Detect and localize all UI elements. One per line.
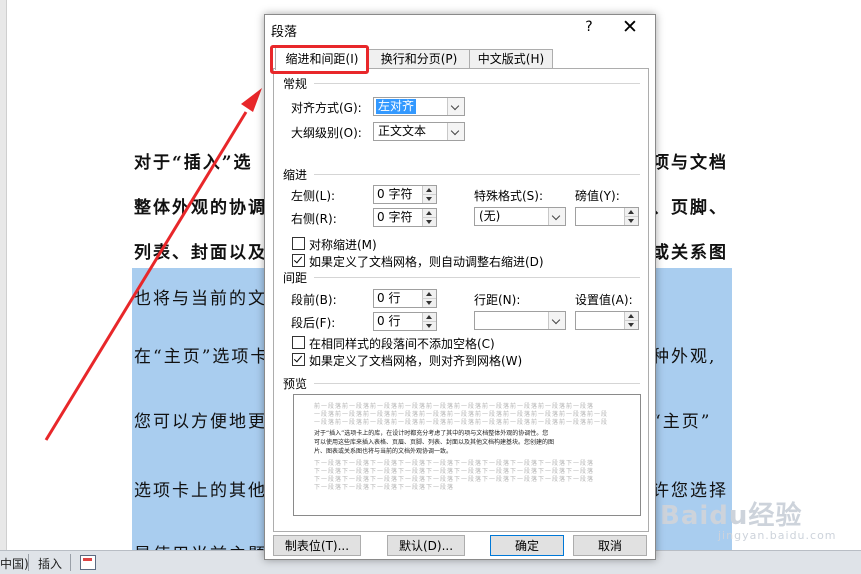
chevron-down-icon[interactable] (548, 312, 565, 329)
set-default-button[interactable]: 默认(D)... (387, 535, 465, 556)
tabs-button[interactable]: 制表位(T)... (273, 535, 361, 556)
outline-level-value: 正文文本 (378, 124, 427, 138)
snap-to-grid-label: 如果定义了文档网格，则对齐到网格(W) (309, 354, 523, 368)
spin-down-icon[interactable] (422, 322, 436, 330)
alignment-select[interactable]: 左对齐 (373, 97, 465, 116)
checkbox-box[interactable] (292, 336, 305, 349)
outline-level-label: 大纲级别(O): (291, 126, 362, 140)
status-insert-mode[interactable]: 插入 (38, 555, 62, 572)
status-separator (28, 554, 29, 571)
line-spacing-select[interactable] (474, 311, 566, 330)
paragraph-preview: 前一段落前一段落前一段落前一段落前一段落前一段落前一段落前一段落前一段落前一段落… (293, 394, 641, 516)
space-after-label: 段后(F): (291, 316, 336, 330)
spacing-at-label: 设置值(A): (575, 293, 633, 307)
special-indent-label: 特殊格式(S): (474, 189, 544, 203)
left-indent-spinner[interactable]: 0 字符 (373, 185, 437, 204)
tab-asian-typography[interactable]: 中文版式(H) (469, 49, 553, 69)
auto-adjust-indent-label: 如果定义了文档网格，则自动调整右缩进(D) (309, 255, 544, 269)
macro-record-icon[interactable] (80, 555, 96, 570)
space-after-value: 0 行 (377, 314, 401, 328)
tab-indents-spacing[interactable]: 缩进和间距(I) (275, 47, 369, 70)
dialog-tabs: 缩进和间距(I) 换行和分页(P) 中文版式(H) (273, 47, 643, 70)
watermark-sub: jingyan.baidu.com (718, 529, 837, 542)
doc-right-1: 项与文档 (652, 153, 728, 173)
line-spacing-label: 行距(N): (474, 293, 521, 307)
space-after-spinner[interactable]: 0 行 (373, 312, 437, 331)
space-before-label: 段前(B): (291, 293, 337, 307)
alignment-label: 对齐方式(G): (291, 101, 362, 115)
special-indent-value: (无) (479, 209, 501, 223)
close-icon[interactable]: ✕ (620, 16, 640, 38)
preview-sample-line: 可以使用这些库来插入表格、页眉、页脚、列表、封面以及其他文档构建基块。您创建的图 (314, 439, 555, 446)
help-icon[interactable]: ? (581, 19, 597, 35)
cancel-button[interactable]: 取消 (573, 535, 647, 556)
alignment-value: 左对齐 (376, 99, 417, 114)
indent-by-spinner[interactable] (575, 207, 639, 226)
checkbox-box[interactable] (292, 254, 305, 267)
indent-by-label: 磅值(Y): (575, 189, 620, 203)
spin-down-icon[interactable] (422, 218, 436, 226)
spin-up-icon[interactable] (624, 312, 638, 321)
preview-next-line: 下一段落下一段落下一段落下一段落下一段落 (314, 484, 455, 491)
ok-button[interactable]: 确定 (490, 535, 564, 556)
tab-line-page-breaks[interactable]: 换行和分页(P) (367, 49, 471, 69)
no-space-same-style-label: 在相同样式的段落间不添加空格(C) (309, 337, 495, 351)
right-indent-label: 右侧(R): (291, 212, 337, 226)
mirror-indents-label: 对称缩进(M) (309, 238, 377, 252)
status-language[interactable]: 中国) (0, 555, 29, 572)
space-before-value: 0 行 (377, 291, 401, 305)
paragraph-dialog: 段落 ? ✕ 缩进和间距(I) 换行和分页(P) 中文版式(H) 常规 对齐方式… (264, 14, 656, 560)
watermark-main: Baidu经验 (660, 501, 803, 531)
preview-sample-line: 对于“插入”选项卡上的库，在设计时都充分考虑了其中的项与文档整体外观的协调性。您 (314, 430, 549, 437)
doc-right-2: 、页脚、 (652, 198, 728, 218)
left-indent-label: 左侧(L): (291, 189, 336, 203)
left-ruler (0, 0, 7, 550)
chevron-down-icon[interactable] (548, 208, 565, 225)
tab-panel: 常规 对齐方式(G): 左对齐 大纲级别(O): 正文文本 缩进 左侧(L): … (273, 68, 649, 532)
chevron-down-icon[interactable] (447, 98, 464, 115)
status-separator (70, 554, 71, 571)
preview-sample-line: 片、图表或关系图也将与当前的文档外观协调一致。 (314, 448, 453, 455)
dialog-title: 段落 (271, 25, 298, 40)
space-before-spinner[interactable]: 0 行 (373, 289, 437, 308)
chevron-down-icon[interactable] (447, 123, 464, 140)
section-spacing: 间距 (283, 271, 308, 285)
checkbox-box[interactable] (292, 237, 305, 250)
special-indent-select[interactable]: (无) (474, 207, 566, 226)
spin-up-icon[interactable] (422, 313, 436, 322)
right-indent-spinner[interactable]: 0 字符 (373, 208, 437, 227)
checkbox-box[interactable] (292, 353, 305, 366)
spacing-at-spinner[interactable] (575, 311, 639, 330)
section-divider (314, 277, 640, 278)
spin-down-icon[interactable] (624, 321, 638, 329)
preview-prev-line: 一段落前一段落前一段落前一段落前一段落前一段落前一段落前一段落前一段落前一段落前… (314, 419, 609, 426)
doc-right-5: “主页” (652, 412, 712, 432)
left-indent-value: 0 字符 (377, 187, 413, 201)
section-divider (314, 174, 640, 175)
spin-down-icon[interactable] (624, 217, 638, 225)
doc-right-4: 种外观, (652, 347, 717, 367)
baidu-watermark: Baidu经验 jingyan.baidu.com (660, 495, 836, 542)
spin-up-icon[interactable] (624, 208, 638, 217)
section-divider (314, 83, 640, 84)
spin-down-icon[interactable] (422, 195, 436, 203)
section-general: 常规 (283, 77, 308, 91)
doc-right-3: 或关系图 (652, 243, 728, 263)
spin-up-icon[interactable] (422, 186, 436, 195)
section-divider (314, 383, 640, 384)
section-indent: 缩进 (283, 168, 308, 182)
section-preview: 预览 (283, 377, 308, 391)
spin-up-icon[interactable] (422, 209, 436, 218)
spin-up-icon[interactable] (422, 290, 436, 299)
right-indent-value: 0 字符 (377, 210, 413, 224)
dialog-titlebar[interactable]: 段落 ? ✕ (265, 15, 655, 43)
outline-level-select[interactable]: 正文文本 (373, 122, 465, 141)
spin-down-icon[interactable] (422, 299, 436, 307)
